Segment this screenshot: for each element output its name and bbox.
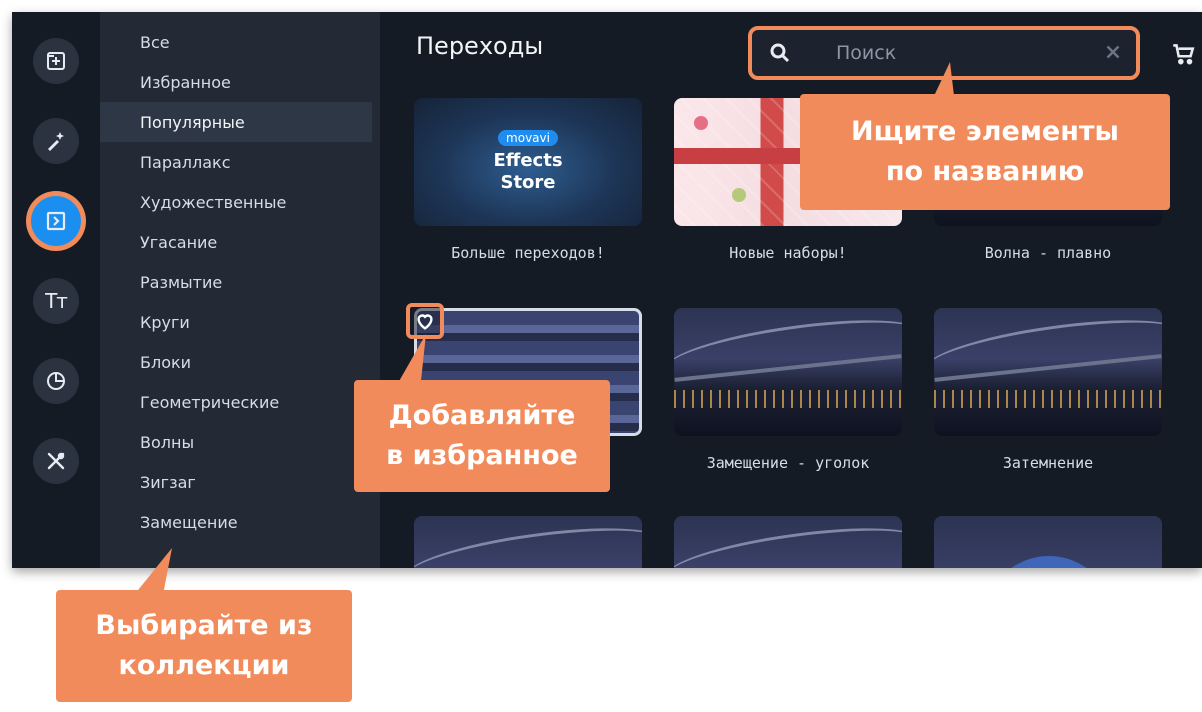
category-item[interactable]: Зигзаг [100,462,372,502]
category-item[interactable]: Блоки [100,342,372,382]
decor [732,188,746,202]
tool-rail: Tт [12,12,100,568]
category-item-selected[interactable]: Популярные [100,102,372,142]
decor [674,390,902,408]
transition-tile[interactable] [934,308,1162,436]
effects-store-tile[interactable]: movavi Effects Store [414,98,642,226]
category-item[interactable]: Все [100,22,372,62]
search-icon [770,43,790,63]
category-item[interactable]: Угасание [100,222,372,262]
magic-wand-icon [48,132,64,151]
heart-icon [417,314,433,330]
search-input[interactable] [836,40,1086,66]
import-button[interactable] [33,38,79,84]
titles-button[interactable]: Tт [33,278,79,324]
callout-search: Ищите элементы по названию [800,94,1170,210]
category-item[interactable]: Геометрические [100,382,372,422]
tile-label: Новые наборы! [729,244,847,262]
decor [984,556,1114,568]
titles-icon: Tт [45,289,68,313]
callout-collection: Выбирайте из коллекции [56,590,352,702]
transition-tile[interactable] [934,516,1162,568]
category-list: Все Избранное Популярные Параллакс Худож… [100,12,466,568]
decor [934,308,1162,394]
tools-icon [47,452,65,470]
sticker-icon [47,372,65,390]
cart-icon[interactable] [1170,40,1196,66]
decor [934,390,1162,408]
category-item[interactable]: Параллакс [100,142,372,182]
decor [414,516,642,568]
category-item[interactable]: Размытие [100,262,372,302]
category-item[interactable]: Круги [100,302,372,342]
decor [694,116,708,130]
callout-favorites: Добавляйте в избранное [354,380,610,492]
decor [674,516,902,568]
transitions-button[interactable] [31,196,81,246]
category-item[interactable]: Избранное [100,62,372,102]
transitions-icon [46,211,66,231]
transition-tile[interactable] [674,308,902,436]
import-icon [47,52,65,70]
stickers-button[interactable] [33,358,79,404]
tools-button[interactable] [33,438,79,484]
brand-badge: movavi [498,130,558,146]
effects-button[interactable] [33,118,79,164]
decor [674,308,902,394]
category-item[interactable]: Художественные [100,182,372,222]
tile-label: Волна - плавно [984,244,1112,262]
transition-tile[interactable] [414,516,642,568]
tile-label: Затемнение [1002,454,1094,472]
category-item[interactable]: Волны [100,422,372,462]
tile-label: Больше переходов! [451,244,605,262]
category-item[interactable]: Замещение [100,502,372,542]
tile-label: Замещение - уголок [706,454,870,472]
close-icon[interactable] [1102,41,1124,63]
tutorial-screenshot: Tт Все Избранное Популярные Параллакс Ху… [0,0,1202,712]
panel-title: Переходы [416,32,544,60]
transition-tile[interactable] [674,516,902,568]
store-title-line2: Store [500,172,556,193]
store-title-line1: Effects [493,150,563,171]
